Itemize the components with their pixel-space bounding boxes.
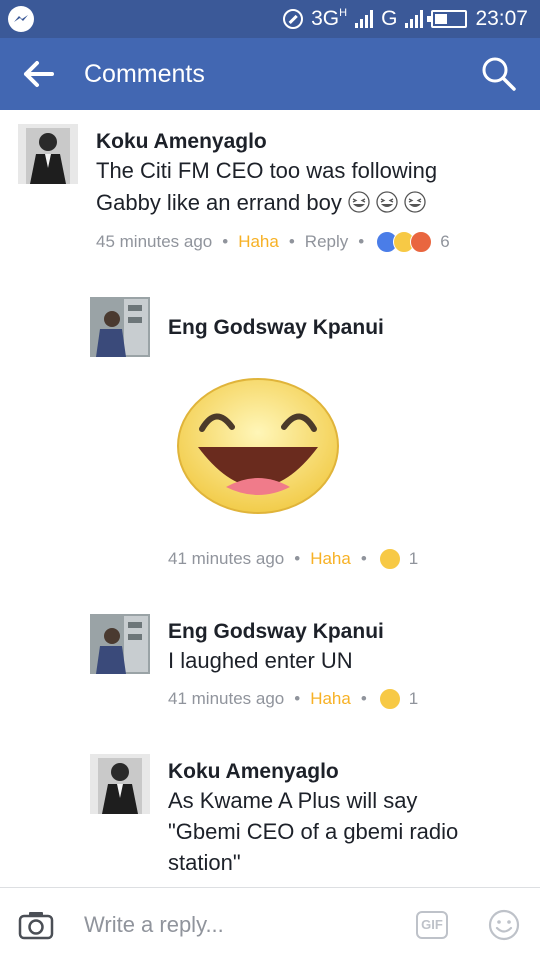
comment-time: 41 minutes ago bbox=[168, 689, 285, 708]
comment-text: Gabby like an errand boy bbox=[96, 190, 342, 215]
do-not-disturb-icon bbox=[283, 9, 304, 29]
emoji-picker-icon[interactable] bbox=[488, 909, 520, 941]
comment-time: 45 minutes ago bbox=[96, 232, 213, 251]
signal-icon bbox=[355, 10, 374, 28]
battery-icon bbox=[427, 10, 468, 28]
separator: • bbox=[288, 232, 295, 251]
comment-text: I laughed enter UN bbox=[168, 648, 353, 673]
reply-bar: GIF bbox=[0, 887, 540, 960]
haha-reaction-icon bbox=[378, 688, 401, 710]
gif-icon[interactable]: GIF bbox=[416, 911, 448, 939]
avatar[interactable] bbox=[90, 614, 150, 674]
reactions-summary[interactable]: 1 bbox=[378, 548, 419, 570]
status-bar: 3G H G 23:07 bbox=[0, 0, 540, 38]
comment-meta: 41 minutes ago • Haha • 1 bbox=[168, 688, 418, 710]
separator: • bbox=[360, 689, 367, 708]
haha-reaction-link[interactable]: Haha bbox=[238, 232, 279, 252]
reaction-count: 1 bbox=[408, 549, 419, 568]
camera-icon[interactable] bbox=[18, 910, 54, 940]
messenger-icon bbox=[8, 6, 34, 32]
network-type-2: G bbox=[381, 7, 398, 30]
reaction-count: 6 bbox=[440, 232, 450, 251]
laughing-tears-emoji-icon bbox=[404, 190, 426, 213]
reply-link[interactable]: Reply bbox=[305, 232, 348, 252]
comment-author[interactable]: Eng Godsway Kpanui bbox=[168, 316, 384, 340]
comment-text-line: The Citi FM CEO too was following bbox=[96, 158, 438, 183]
comment-meta: 41 minutes ago • Haha • 1 bbox=[168, 548, 418, 570]
comment-time: 41 minutes ago bbox=[168, 549, 285, 568]
separator: • bbox=[294, 689, 301, 708]
angry-reaction-icon bbox=[410, 231, 433, 253]
avatar[interactable] bbox=[90, 754, 150, 814]
comment-author[interactable]: Koku Amenyaglo bbox=[168, 760, 339, 784]
comment-text-line: As Kwame A Plus will say bbox=[168, 788, 418, 813]
laughing-tears-emoji-icon bbox=[348, 190, 370, 213]
reactions-summary[interactable]: 6 bbox=[376, 231, 450, 253]
haha-reaction-link[interactable]: Haha bbox=[310, 689, 351, 709]
comment-text-line-2: Gabby like an errand boy bbox=[96, 187, 426, 218]
network-type: 3G bbox=[311, 7, 340, 30]
avatar[interactable] bbox=[90, 297, 150, 357]
comment-text-line: "Gbemi CEO of a gbemi radio bbox=[168, 819, 459, 844]
network-type-sup: H bbox=[339, 7, 348, 19]
haha-reaction-link[interactable]: Haha bbox=[310, 549, 351, 569]
laughing-tears-emoji-icon bbox=[376, 190, 398, 213]
separator: • bbox=[222, 232, 229, 251]
status-time: 23:07 bbox=[475, 7, 528, 30]
haha-reaction-icon bbox=[378, 548, 401, 570]
avatar[interactable] bbox=[18, 124, 78, 184]
separator: • bbox=[294, 549, 301, 568]
search-icon[interactable] bbox=[480, 55, 518, 93]
separator: • bbox=[360, 549, 367, 568]
comment-author[interactable]: Eng Godsway Kpanui bbox=[168, 620, 384, 644]
separator: • bbox=[358, 232, 365, 251]
back-arrow-icon[interactable] bbox=[22, 58, 56, 90]
page-title: Comments bbox=[84, 60, 205, 88]
comment-meta: 45 minutes ago • Haha • Reply • 6 bbox=[96, 231, 450, 253]
reactions-summary[interactable]: 1 bbox=[378, 688, 419, 710]
signal-icon-2 bbox=[405, 10, 424, 28]
reply-input[interactable] bbox=[84, 910, 384, 940]
reaction-count: 1 bbox=[408, 689, 419, 708]
app-bar: Comments bbox=[0, 38, 540, 110]
laughing-sticker-icon bbox=[176, 377, 340, 515]
comment-text-line: station" bbox=[168, 850, 241, 875]
comment-author[interactable]: Koku Amenyaglo bbox=[96, 130, 267, 154]
